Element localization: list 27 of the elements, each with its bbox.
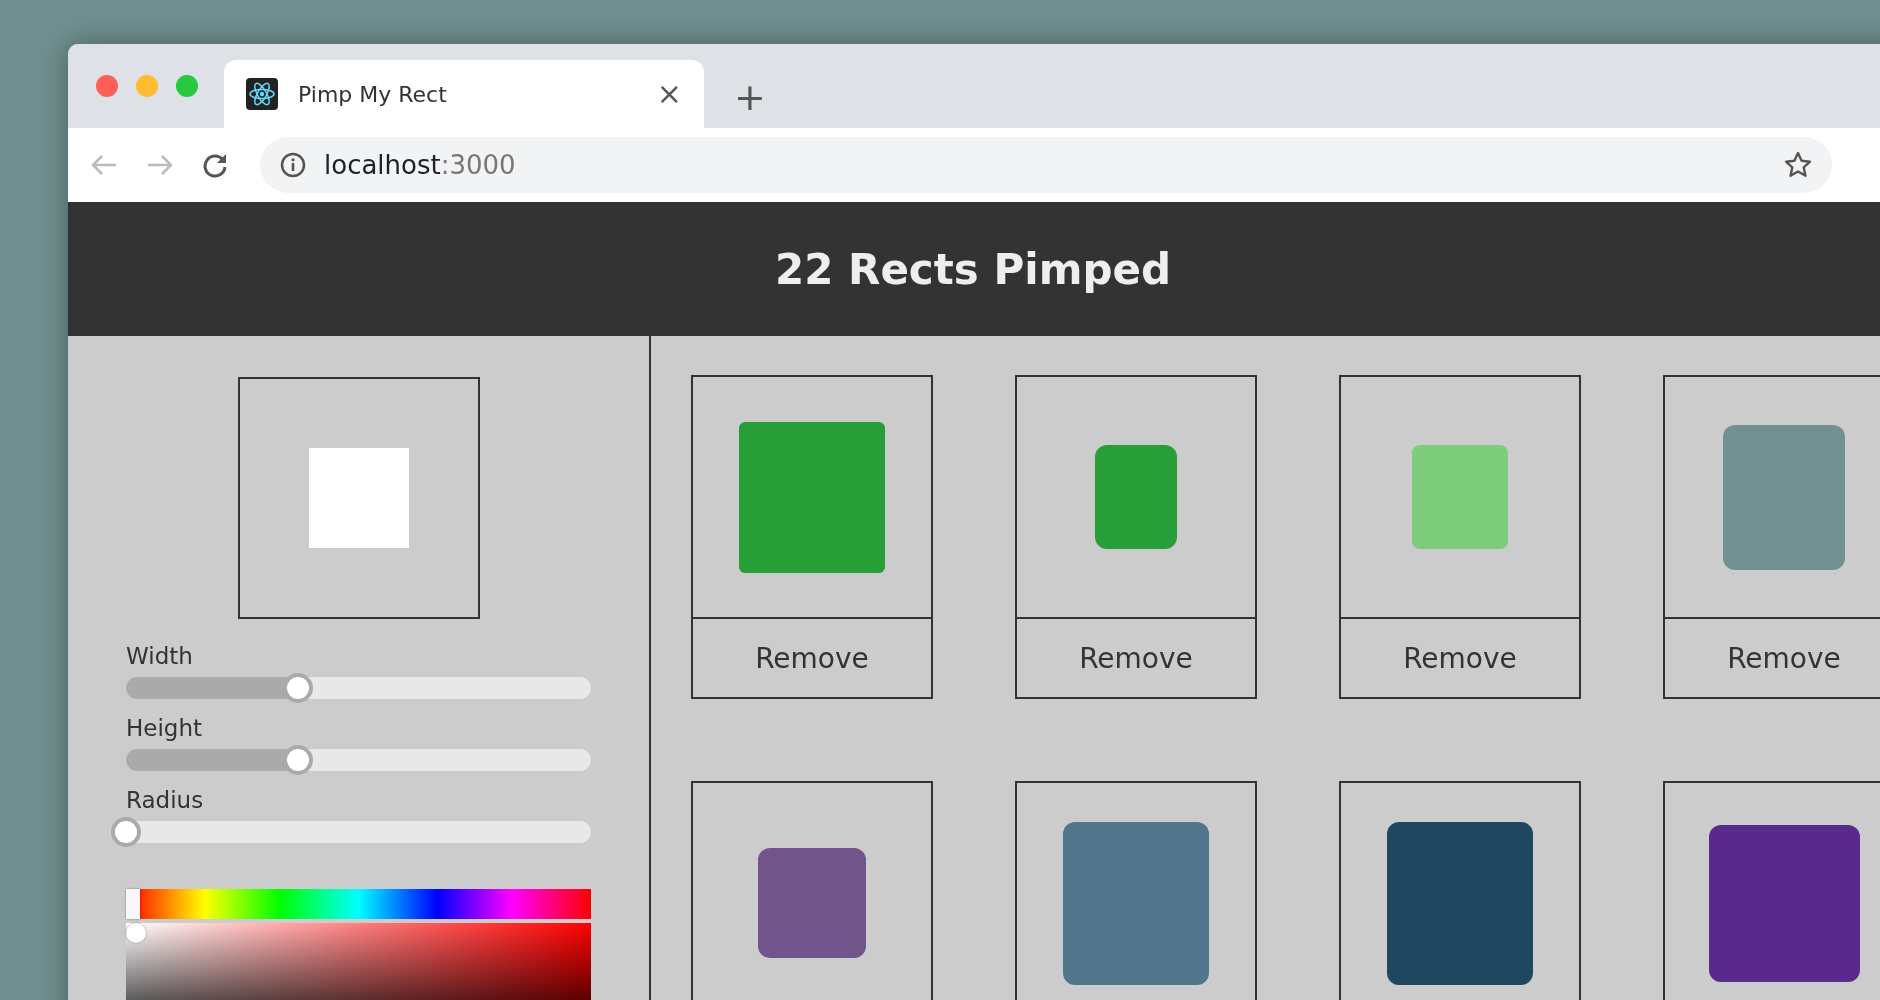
browser-tab[interactable]: Pimp My Rect ×: [224, 60, 704, 128]
back-arrow-icon[interactable]: [90, 153, 118, 177]
address-bar[interactable]: localhost:3000: [260, 137, 1832, 193]
zoom-window-icon[interactable]: [176, 75, 198, 97]
close-tab-button[interactable]: ×: [656, 79, 682, 109]
color-handle[interactable]: [126, 923, 146, 943]
hue-bar[interactable]: [126, 889, 591, 919]
reload-icon[interactable]: [202, 152, 228, 178]
star-icon[interactable]: [1784, 151, 1812, 179]
slider-thumb[interactable]: [111, 817, 141, 847]
slider-label: Width: [126, 643, 194, 669]
atom-icon: [246, 78, 278, 110]
minimize-window-icon[interactable]: [136, 75, 158, 97]
hue-handle[interactable]: [126, 889, 140, 919]
remove-button[interactable]: Remove: [693, 617, 931, 697]
remove-button[interactable]: Remove: [1665, 617, 1880, 697]
info-icon[interactable]: [280, 152, 306, 178]
close-window-icon[interactable]: [96, 75, 118, 97]
url-text: localhost:3000: [324, 150, 517, 180]
forward-arrow-icon[interactable]: [146, 153, 174, 177]
tab-title: Pimp My Rect: [298, 81, 448, 107]
slider-label: Height: [126, 715, 204, 741]
page-title: 22 Rects Pimped: [774, 244, 1171, 294]
slider-label: Radius: [126, 787, 205, 813]
remove-button[interactable]: Remove: [1341, 617, 1579, 697]
new-tab-button[interactable]: +: [734, 78, 766, 116]
remove-button[interactable]: Remove: [1017, 617, 1255, 697]
